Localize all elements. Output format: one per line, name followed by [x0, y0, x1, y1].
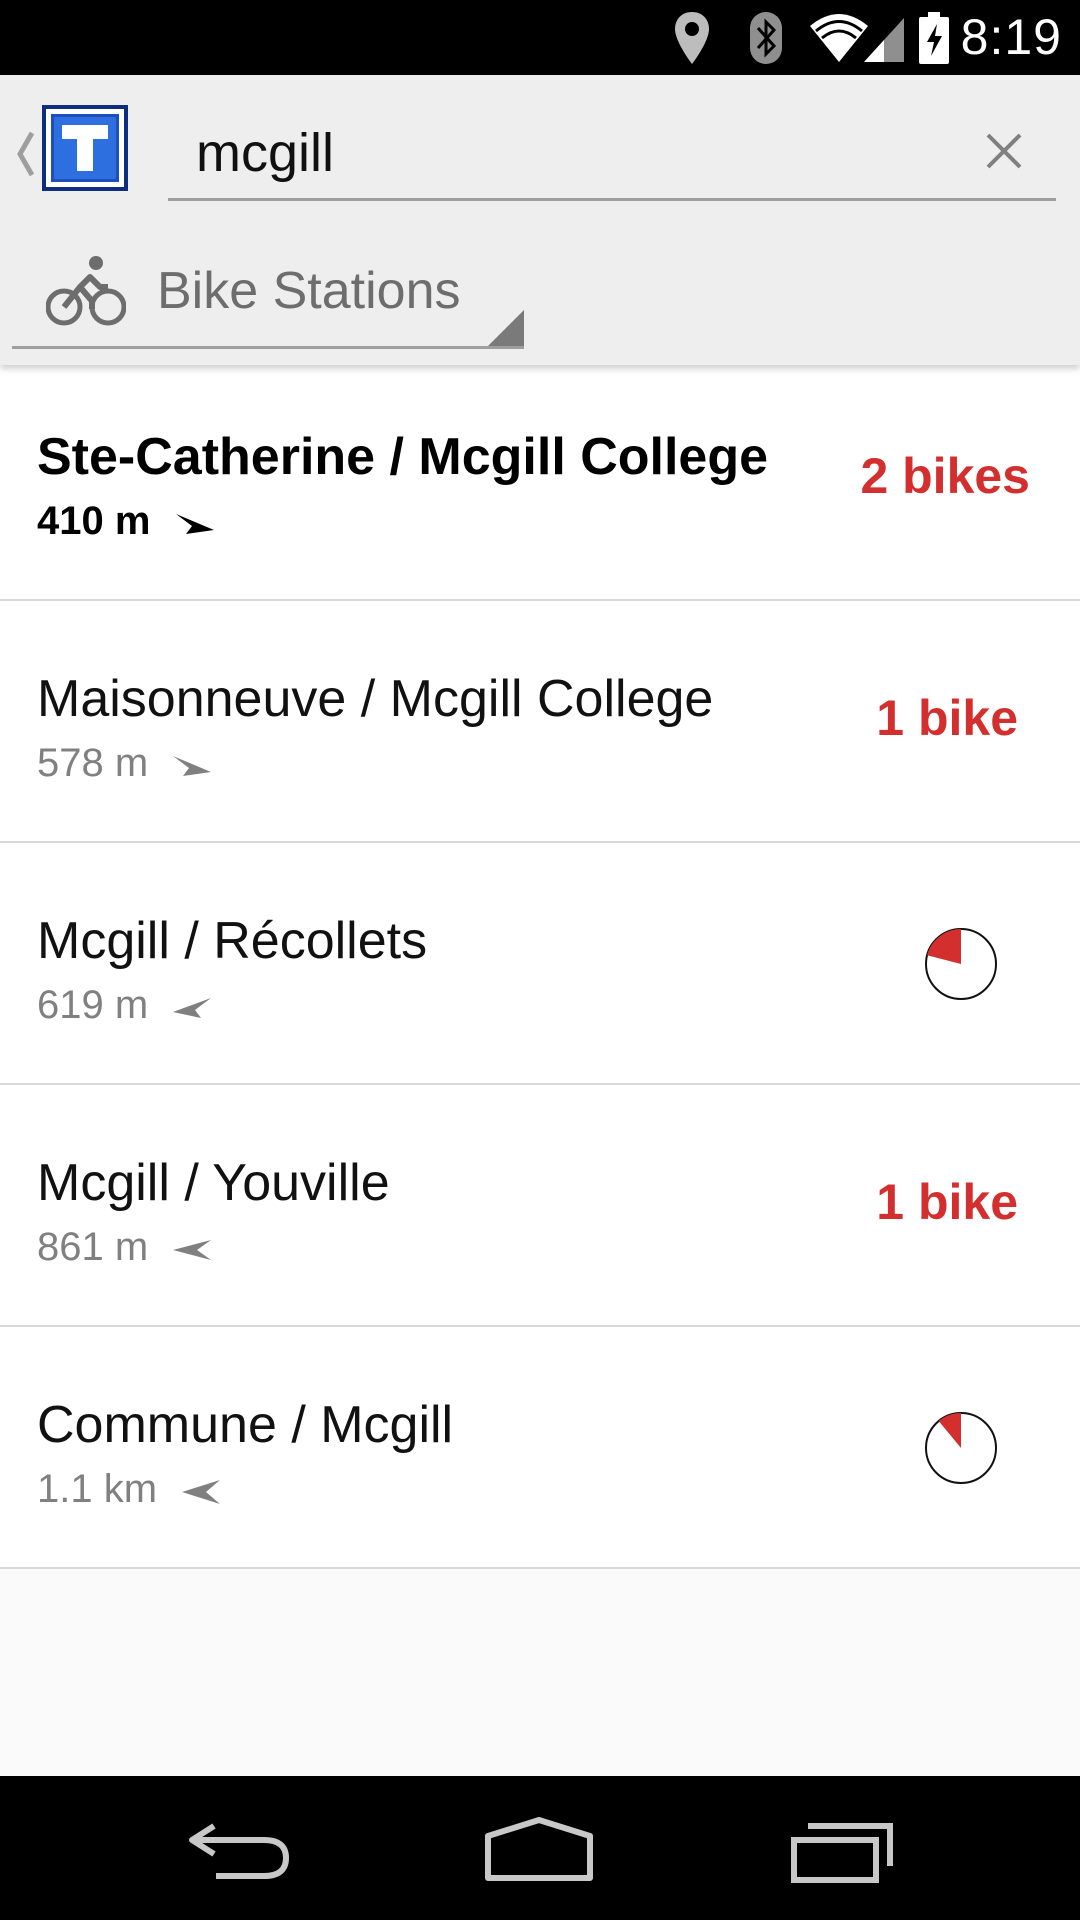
station-distance: 410 m	[37, 499, 216, 544]
bike-icon	[46, 256, 126, 326]
availability-count: 1 bike	[876, 1174, 1018, 1230]
list-item[interactable]: Ste-Catherine / Mcgill College 410 m 2 b…	[0, 365, 1080, 601]
status-bar: 8:19	[0, 0, 1080, 75]
list-item[interactable]: Maisonneuve / Mcgill College 578 m 1 bik…	[0, 601, 1080, 843]
station-distance-value: 861 m	[37, 1225, 149, 1269]
bluetooth-icon	[750, 12, 782, 64]
list-empty-area	[0, 1570, 1080, 1776]
signal-icon	[864, 18, 904, 62]
station-distance: 861 m	[37, 1225, 213, 1270]
station-distance-value: 1.1 km	[37, 1467, 158, 1511]
station-name: Mcgill / Youville	[37, 1154, 390, 1212]
station-distance-value: 578 m	[37, 741, 149, 785]
category-label: Bike Stations	[157, 262, 461, 320]
status-time: 8:19	[960, 9, 1062, 65]
direction-arrow-icon	[173, 1240, 212, 1261]
app-logo-icon	[54, 117, 116, 179]
station-distance-value: 410 m	[37, 499, 151, 543]
station-name: Maisonneuve / Mcgill College	[37, 670, 714, 728]
list-item[interactable]: Commune / Mcgill 1.1 km	[0, 1327, 1080, 1569]
station-name: Commune / Mcgill	[37, 1396, 454, 1454]
station-distance: 1.1 km	[37, 1467, 222, 1512]
search-input[interactable]	[196, 113, 916, 193]
station-distance: 619 m	[37, 983, 213, 1028]
action-bar: Bike Stations	[0, 75, 1080, 365]
spinner-dropdown-indicator	[488, 310, 524, 346]
app-logo[interactable]	[42, 105, 128, 191]
direction-arrow-icon	[175, 514, 214, 535]
availability-pie-icon	[925, 928, 997, 1000]
direction-arrow-icon	[173, 756, 212, 777]
direction-arrow-icon	[173, 998, 212, 1019]
station-distance-value: 619 m	[37, 983, 149, 1027]
availability-pie-icon	[925, 1412, 997, 1484]
station-list: Ste-Catherine / Mcgill College 410 m 2 b…	[0, 365, 1080, 1569]
recents-icon[interactable]	[790, 1806, 900, 1890]
availability-count: 1 bike	[876, 690, 1018, 746]
home-icon[interactable]	[484, 1806, 594, 1890]
category-spinner[interactable]: Bike Stations	[12, 245, 524, 349]
station-name: Mcgill / Récollets	[37, 912, 428, 970]
location-icon	[675, 12, 709, 64]
direction-arrow-icon	[182, 1480, 221, 1505]
up-chevron-icon[interactable]	[12, 119, 38, 189]
list-item[interactable]: Mcgill / Récollets 619 m	[0, 843, 1080, 1085]
back-icon[interactable]	[186, 1806, 296, 1890]
station-distance: 578 m	[37, 741, 213, 786]
battery-icon	[919, 12, 949, 64]
search-field[interactable]	[168, 105, 1056, 201]
close-icon[interactable]	[982, 129, 1026, 173]
availability-count: 2 bikes	[860, 448, 1030, 504]
station-name: Ste-Catherine / Mcgill College	[37, 428, 769, 486]
list-item[interactable]: Mcgill / Youville 861 m 1 bike	[0, 1085, 1080, 1327]
navigation-bar	[0, 1776, 1080, 1920]
